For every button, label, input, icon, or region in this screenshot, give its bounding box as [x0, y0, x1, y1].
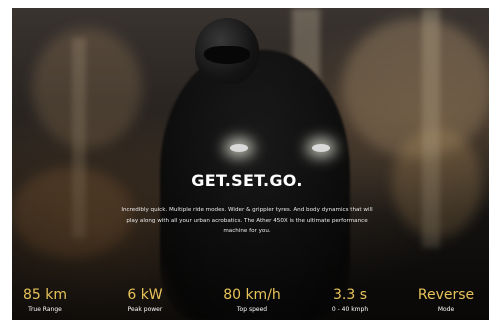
stat-label: 0 - 40 kmph — [331, 306, 369, 313]
stat-value: 3.3 s — [332, 287, 367, 303]
stat-range: 85 km True Range — [0, 286, 90, 316]
stat-label: Top speed — [236, 306, 268, 313]
spec-stats: 85 km True Range 6 kW Peak power 80 km/h… — [0, 286, 494, 322]
stat-power: 6 kW Peak power — [100, 286, 190, 316]
stat-acceleration: 3.3 s 0 - 40 kmph — [305, 286, 395, 316]
stat-label: True Range — [28, 306, 62, 313]
hero-overlay — [12, 8, 489, 320]
stat-top-speed: 80 km/h Top speed — [207, 286, 297, 316]
stat-value: 80 km/h — [223, 287, 281, 303]
hero-image — [12, 8, 489, 320]
stat-label: Peak power — [127, 306, 163, 313]
hero-description: Incredibly quick. Multiple ride modes. W… — [121, 207, 373, 234]
stat-value: 6 kW — [127, 287, 163, 303]
stat-label: Mode — [437, 306, 455, 313]
stat-value: 85 km — [22, 287, 67, 303]
stat-mode: Reverse Mode — [401, 286, 491, 316]
page-frame: GET.SET.GO. Incredibly quick. Multiple r… — [0, 0, 494, 322]
hero-headline: GET.SET.GO. — [191, 171, 303, 190]
stat-value: Reverse — [417, 287, 475, 303]
